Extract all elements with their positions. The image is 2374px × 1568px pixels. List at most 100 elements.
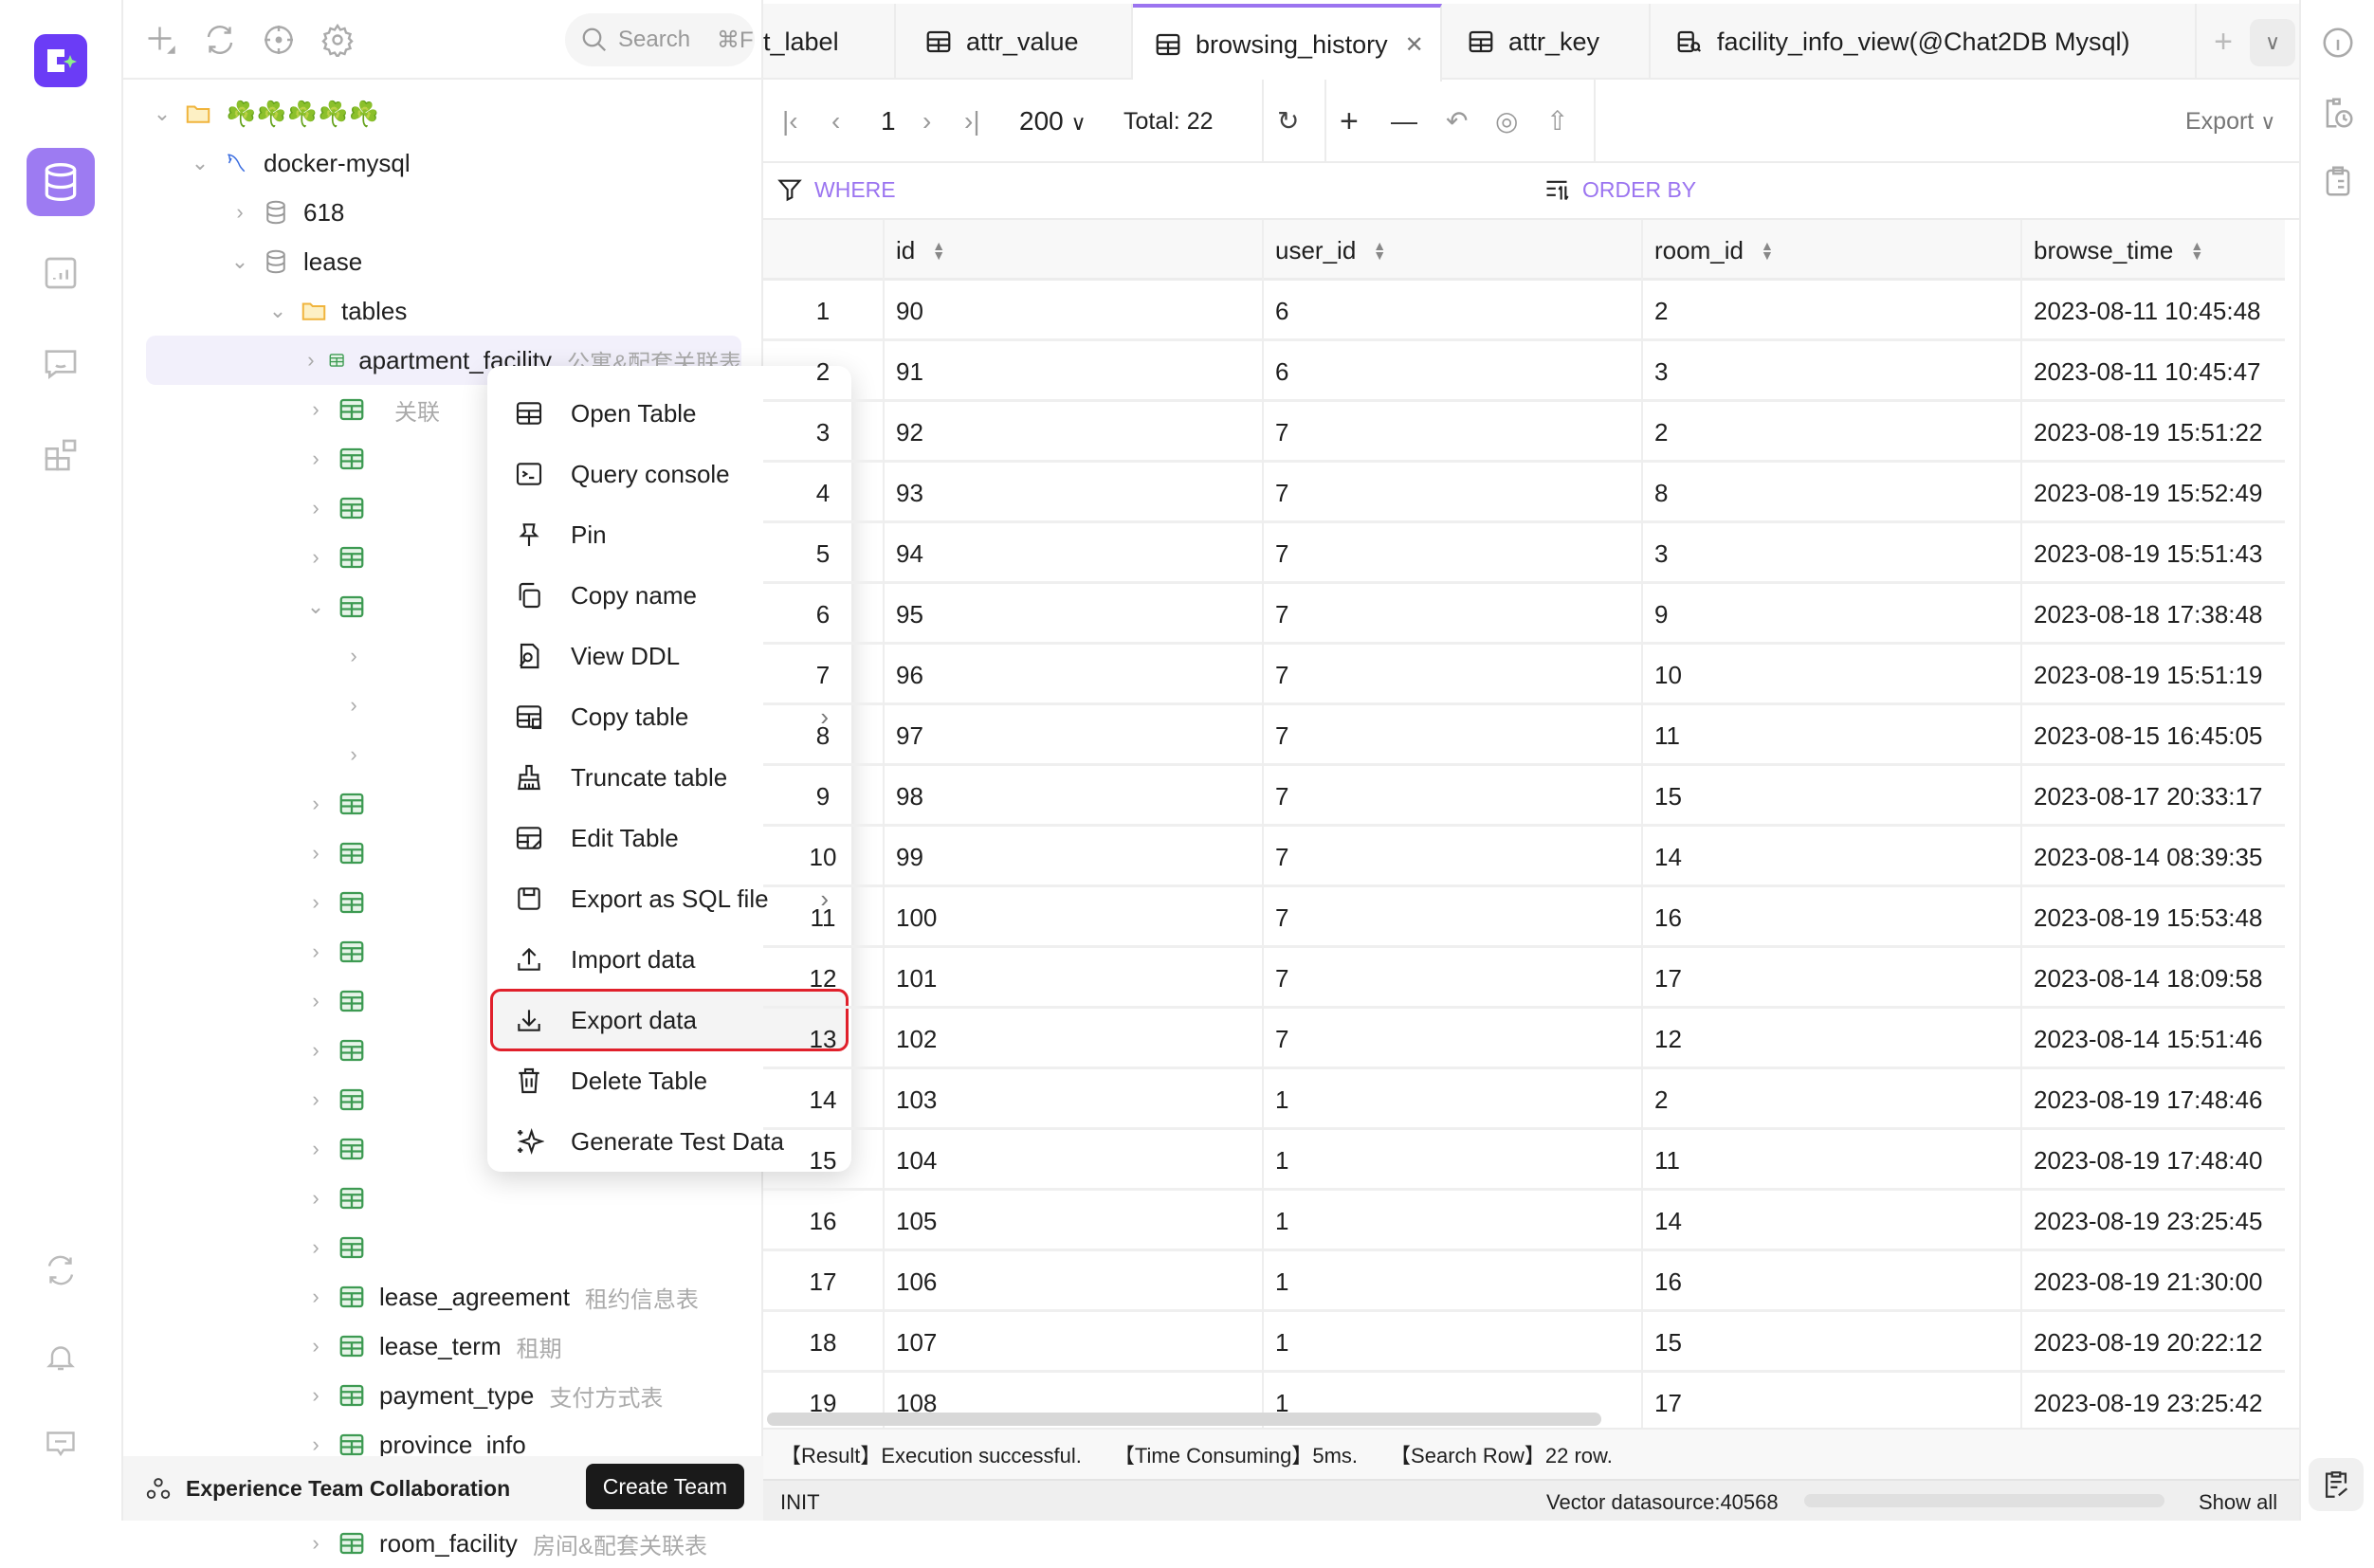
settings-icon[interactable]: [320, 23, 355, 57]
where-filter[interactable]: WHERE: [776, 176, 896, 203]
tree-database[interactable]: ⌄ lease: [228, 237, 362, 286]
table-cell[interactable]: 7: [1262, 887, 1641, 948]
table-cell[interactable]: 91: [883, 341, 1262, 402]
tree-table[interactable]: ›: [303, 927, 394, 976]
delete-row-icon[interactable]: —: [1391, 106, 1417, 137]
table-cell[interactable]: 90: [883, 281, 1262, 341]
prev-page-icon[interactable]: ‹: [831, 106, 840, 137]
nav-apps[interactable]: [27, 421, 95, 489]
tree-table[interactable]: › room_facility 房间&配套关联表: [303, 1519, 707, 1568]
table-cell[interactable]: 1: [1262, 1251, 1641, 1312]
tabs-dropdown-button[interactable]: ∨: [2250, 19, 2295, 66]
column-header-user-id[interactable]: user_id ▲ ▼: [1262, 220, 1641, 281]
table-cell[interactable]: 7: [1262, 766, 1641, 827]
add-row-icon[interactable]: +: [1340, 105, 1359, 137]
page-number[interactable]: 1: [881, 106, 896, 137]
nav-feedback[interactable]: [27, 1409, 95, 1477]
table-row[interactable]: 8 97 7 11 2023-08-15 16:45:05: [763, 705, 2285, 766]
clipboard-list-icon[interactable]: [2320, 163, 2356, 199]
table-cell[interactable]: 94: [883, 523, 1262, 584]
chevron-right-icon[interactable]: ›: [303, 841, 328, 866]
page-size-select[interactable]: 200 ∨: [1019, 106, 1087, 138]
table-cell[interactable]: 17: [1641, 1373, 2020, 1433]
chevron-right-icon[interactable]: ›: [341, 693, 366, 718]
table-cell[interactable]: 15: [1641, 766, 2020, 827]
table-row[interactable]: 12 101 7 17 2023-08-14 18:09:58: [763, 948, 2285, 1009]
chevron-down-icon[interactable]: ⌄: [303, 594, 328, 619]
table-row[interactable]: 13 102 7 12 2023-08-14 15:51:46: [763, 1009, 2285, 1069]
chevron-down-icon[interactable]: ⌄: [188, 151, 212, 175]
table-row[interactable]: 11 100 7 16 2023-08-19 15:53:48: [763, 887, 2285, 948]
chevron-right-icon[interactable]: ›: [303, 1334, 328, 1358]
tree-table[interactable]: › payment_type 支付方式表: [303, 1371, 663, 1420]
chevron-right-icon[interactable]: ›: [303, 1285, 328, 1309]
table-cell[interactable]: 14: [1641, 1191, 2020, 1251]
table-row[interactable]: 14 103 1 2 2023-08-19 17:48:46: [763, 1069, 2285, 1130]
table-row[interactable]: 6 95 7 9 2023-08-18 17:38:48: [763, 584, 2285, 645]
table-cell[interactable]: 107: [883, 1312, 1262, 1373]
table-cell[interactable]: 2023-08-19 23:25:42: [2020, 1373, 2285, 1433]
tree-table[interactable]: ›: [303, 1075, 394, 1124]
sort-arrows-icon[interactable]: ▲ ▼: [1761, 239, 1774, 262]
locate-icon[interactable]: [262, 23, 296, 57]
chevron-right-icon[interactable]: ›: [303, 545, 328, 570]
table-cell[interactable]: 11: [1641, 1130, 2020, 1191]
tab-facility-info-view[interactable]: facility_info_view(@Chat2DB Mysql): [1651, 4, 2197, 80]
tree-table[interactable]: ›: [303, 829, 394, 878]
tree-subnode[interactable]: ›: [341, 730, 375, 779]
history-icon[interactable]: [2320, 95, 2356, 131]
table-row[interactable]: 5 94 7 3 2023-08-19 15:51:43: [763, 523, 2285, 584]
tree-table[interactable]: ›: [303, 779, 394, 829]
chevron-right-icon[interactable]: ›: [303, 1235, 328, 1260]
table-row[interactable]: 10 99 7 14 2023-08-14 08:39:35: [763, 827, 2285, 887]
table-row[interactable]: 4 93 7 8 2023-08-19 15:52:49: [763, 463, 2285, 523]
sort-arrows-icon[interactable]: ▲ ▼: [932, 239, 945, 262]
table-cell[interactable]: 10: [1641, 645, 2020, 705]
table-cell[interactable]: 1: [1262, 1312, 1641, 1373]
table-cell[interactable]: 105: [883, 1191, 1262, 1251]
app-logo[interactable]: [34, 34, 87, 87]
nav-database[interactable]: [27, 148, 95, 216]
table-row[interactable]: 15 104 1 11 2023-08-19 17:48:40: [763, 1130, 2285, 1191]
chevron-down-icon[interactable]: ⌄: [265, 299, 290, 323]
add-connection-icon[interactable]: [144, 23, 178, 57]
table-cell[interactable]: 16: [1641, 1251, 2020, 1312]
table-cell[interactable]: 2023-08-15 16:45:05: [2020, 705, 2285, 766]
table-cell[interactable]: 104: [883, 1130, 1262, 1191]
table-cell[interactable]: 2023-08-19 17:48:40: [2020, 1130, 2285, 1191]
chevron-right-icon[interactable]: ›: [303, 792, 328, 816]
column-header-id[interactable]: id ▲ ▼: [883, 220, 1262, 281]
nav-chat[interactable]: [27, 330, 95, 398]
table-cell[interactable]: 93: [883, 463, 1262, 523]
table-cell[interactable]: 103: [883, 1069, 1262, 1130]
chevron-right-icon[interactable]: ›: [303, 348, 319, 373]
table-row[interactable]: 9 98 7 15 2023-08-17 20:33:17: [763, 766, 2285, 827]
table-cell[interactable]: 8: [1641, 463, 2020, 523]
table-cell[interactable]: 7: [1262, 948, 1641, 1009]
table-cell[interactable]: 2023-08-11 10:45:48: [2020, 281, 2285, 341]
table-cell[interactable]: 17: [1641, 948, 2020, 1009]
table-row[interactable]: 17 106 1 16 2023-08-19 21:30:00: [763, 1251, 2285, 1312]
table-cell[interactable]: 98: [883, 766, 1262, 827]
table-cell[interactable]: 7: [1262, 645, 1641, 705]
chevron-right-icon[interactable]: ›: [303, 1186, 328, 1211]
tab-attr-value[interactable]: attr_value: [896, 4, 1133, 80]
tree-table[interactable]: ›: [303, 434, 394, 483]
table-cell[interactable]: 2023-08-11 10:45:47: [2020, 341, 2285, 402]
submit-icon[interactable]: ⇧: [1546, 106, 1568, 137]
last-page-icon[interactable]: ›|: [964, 106, 980, 137]
table-cell[interactable]: 3: [1641, 523, 2020, 584]
first-page-icon[interactable]: |‹: [782, 106, 798, 137]
column-header-browse-time[interactable]: browse_time ▲ ▼: [2020, 220, 2285, 281]
table-cell[interactable]: 16: [1641, 887, 2020, 948]
table-cell[interactable]: 3: [1641, 341, 2020, 402]
tree-subnode[interactable]: ›: [341, 631, 375, 681]
chevron-right-icon[interactable]: ›: [341, 644, 366, 668]
create-team-button[interactable]: Create Team: [585, 1464, 744, 1509]
next-page-icon[interactable]: ›: [922, 106, 931, 137]
table-cell[interactable]: 2023-08-14 15:51:46: [2020, 1009, 2285, 1069]
table-cell[interactable]: 9: [1641, 584, 2020, 645]
chevron-right-icon[interactable]: ›: [303, 397, 328, 422]
table-cell[interactable]: 2023-08-19 15:51:43: [2020, 523, 2285, 584]
chevron-right-icon[interactable]: ›: [303, 1383, 328, 1408]
